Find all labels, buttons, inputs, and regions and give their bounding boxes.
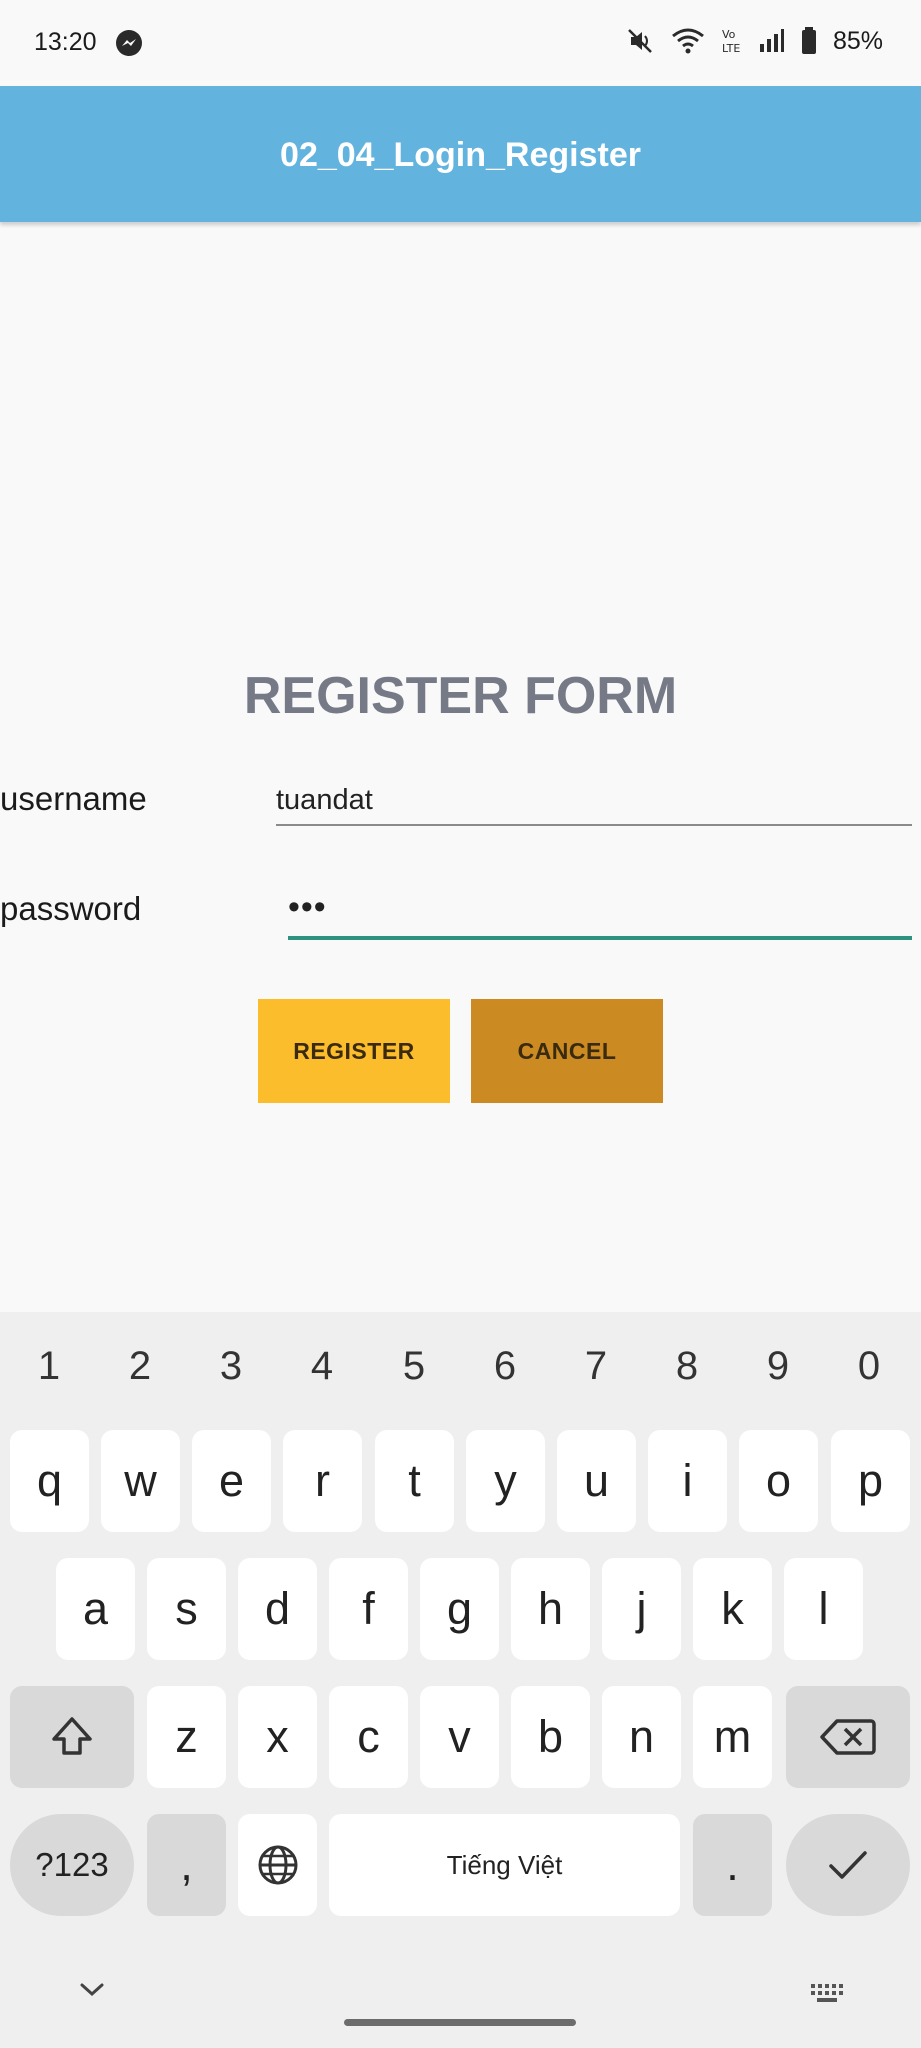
key-c[interactable]: c xyxy=(329,1686,408,1788)
key-7[interactable]: 7 xyxy=(566,1344,626,1389)
key-o[interactable]: o xyxy=(739,1430,818,1532)
key-h[interactable]: h xyxy=(511,1558,590,1660)
username-input[interactable]: tuandat xyxy=(276,770,912,826)
keyboard-number-row: 1 2 3 4 5 6 7 8 9 0 xyxy=(0,1344,921,1394)
key-q[interactable]: q xyxy=(10,1430,89,1532)
key-1[interactable]: 1 xyxy=(19,1344,79,1389)
key-x[interactable]: x xyxy=(238,1686,317,1788)
key-2[interactable]: 2 xyxy=(110,1344,170,1389)
symbols-key[interactable]: ?123 xyxy=(10,1814,134,1916)
key-l[interactable]: l xyxy=(784,1558,863,1660)
status-bar: 13:20 Vo LTE 85% xyxy=(0,0,921,86)
key-p[interactable]: p xyxy=(831,1430,910,1532)
shift-icon xyxy=(52,1717,92,1755)
key-d[interactable]: d xyxy=(238,1558,317,1660)
key-z[interactable]: z xyxy=(147,1686,226,1788)
space-key[interactable]: Tiếng Việt xyxy=(329,1814,680,1916)
key-3[interactable]: 3 xyxy=(201,1344,261,1389)
key-s[interactable]: s xyxy=(147,1558,226,1660)
key-5[interactable]: 5 xyxy=(384,1344,444,1389)
key-f[interactable]: f xyxy=(329,1558,408,1660)
key-a[interactable]: a xyxy=(56,1558,135,1660)
gesture-handle[interactable] xyxy=(344,2019,576,2026)
mute-icon xyxy=(628,29,652,53)
key-6[interactable]: 6 xyxy=(475,1344,535,1389)
checkmark-icon xyxy=(829,1851,867,1879)
key-8[interactable]: 8 xyxy=(657,1344,717,1389)
app-title: 02_04_Login_Register xyxy=(280,136,641,174)
keyboard-switch-icon[interactable] xyxy=(809,1982,849,2006)
comma-key[interactable]: , xyxy=(147,1814,226,1916)
backspace-icon xyxy=(820,1719,876,1755)
password-input[interactable]: ••• xyxy=(288,880,912,940)
wifi-icon xyxy=(672,28,704,54)
battery-icon xyxy=(801,27,816,54)
register-button[interactable]: REGISTER xyxy=(258,999,450,1103)
period-key[interactable]: . xyxy=(693,1814,772,1916)
battery-percent: 85% xyxy=(832,26,883,55)
key-0[interactable]: 0 xyxy=(839,1344,899,1389)
password-label: password xyxy=(0,890,142,927)
key-y[interactable]: y xyxy=(466,1430,545,1532)
language-key[interactable] xyxy=(238,1814,317,1916)
key-9[interactable]: 9 xyxy=(748,1344,808,1389)
username-label: username xyxy=(0,780,147,817)
status-time: 13:20 xyxy=(34,28,97,56)
soft-keyboard xyxy=(0,1312,921,2048)
key-r[interactable]: r xyxy=(283,1430,362,1532)
svg-text:LTE: LTE xyxy=(722,42,740,55)
key-g[interactable]: g xyxy=(420,1558,499,1660)
key-j[interactable]: j xyxy=(602,1558,681,1660)
key-k[interactable]: k xyxy=(693,1558,772,1660)
svg-text:Vo: Vo xyxy=(722,28,736,41)
shift-key[interactable] xyxy=(10,1686,134,1788)
signal-icon xyxy=(759,29,784,52)
globe-icon xyxy=(258,1845,297,1885)
key-t[interactable]: t xyxy=(375,1430,454,1532)
backspace-key[interactable] xyxy=(786,1686,910,1788)
hide-keyboard-chevron-icon[interactable] xyxy=(78,1980,106,2000)
key-m[interactable]: m xyxy=(693,1686,772,1788)
key-e[interactable]: e xyxy=(192,1430,271,1532)
volte-icon: Vo LTE xyxy=(722,28,740,55)
key-v[interactable]: v xyxy=(420,1686,499,1788)
key-b[interactable]: b xyxy=(511,1686,590,1788)
done-key[interactable] xyxy=(786,1814,910,1916)
key-4[interactable]: 4 xyxy=(292,1344,352,1389)
form-title: REGISTER FORM xyxy=(243,667,678,725)
key-u[interactable]: u xyxy=(557,1430,636,1532)
key-n[interactable]: n xyxy=(602,1686,681,1788)
messenger-icon xyxy=(116,30,142,56)
key-w[interactable]: w xyxy=(101,1430,180,1532)
cancel-button[interactable]: CANCEL xyxy=(471,999,663,1103)
key-i[interactable]: i xyxy=(648,1430,727,1532)
app-bar: 02_04_Login_Register xyxy=(0,86,921,222)
